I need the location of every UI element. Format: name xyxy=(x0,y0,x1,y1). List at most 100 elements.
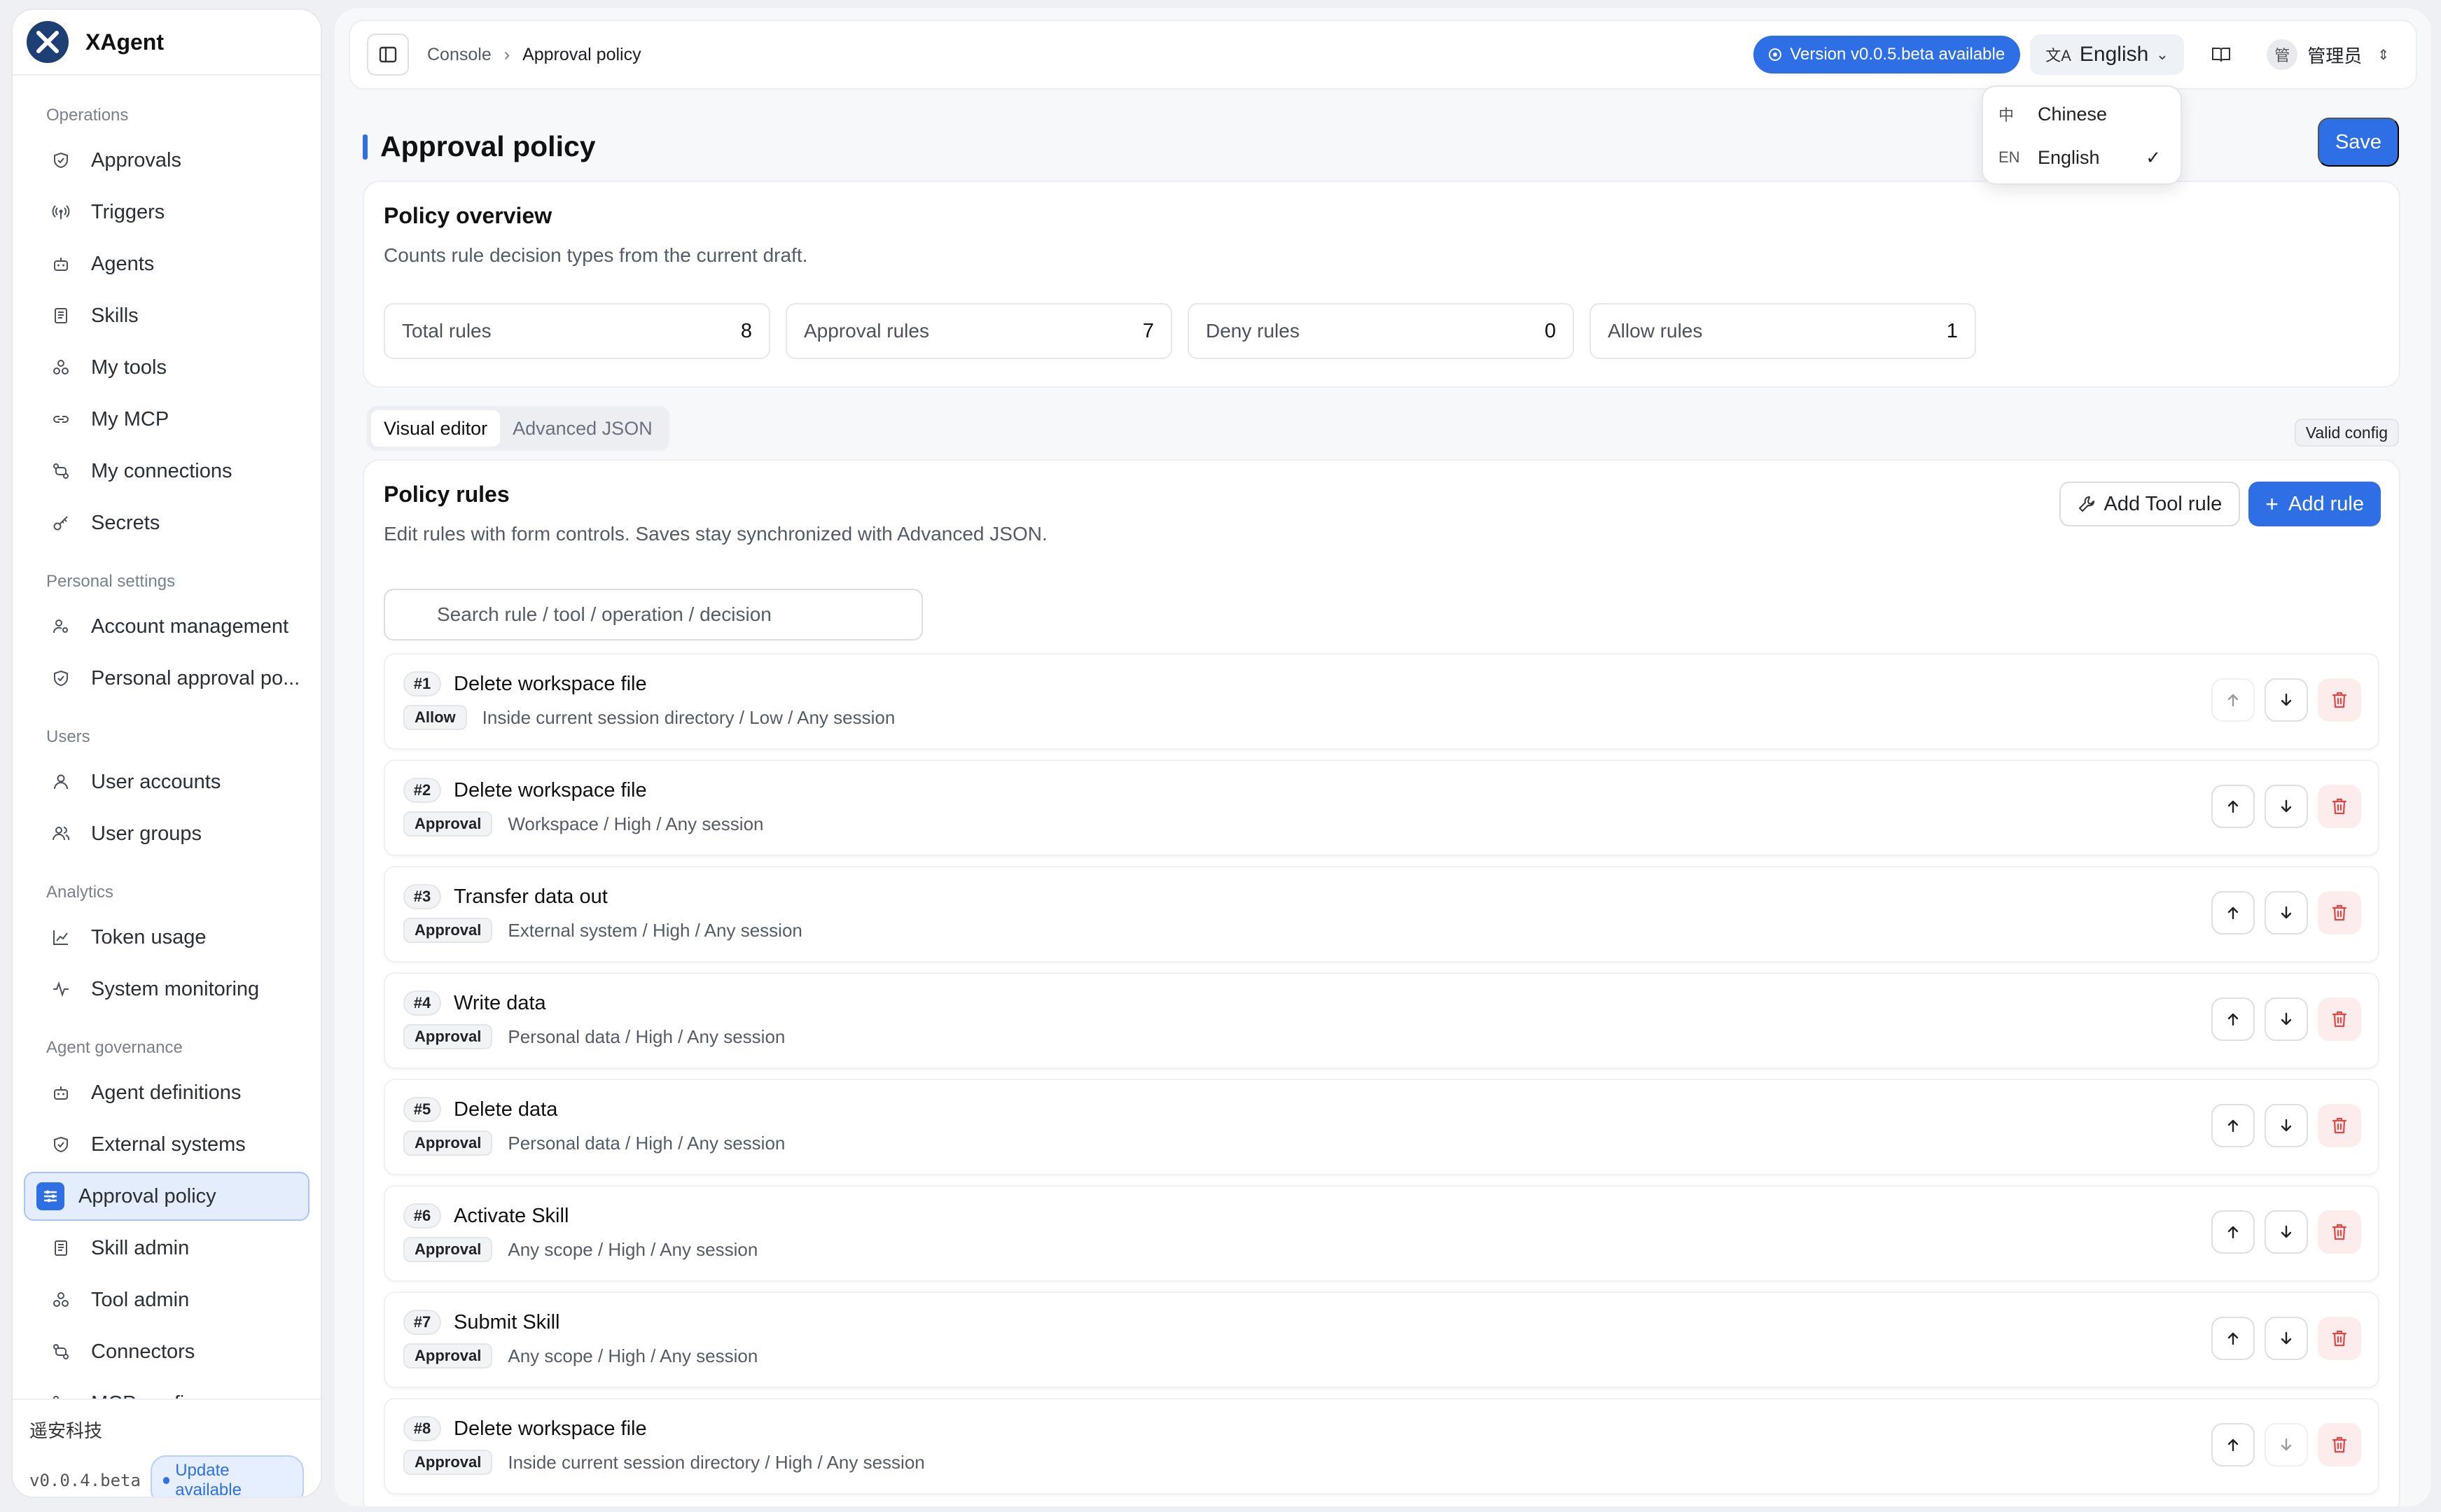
docs-button[interactable] xyxy=(2201,34,2241,75)
sidebar-item-agents[interactable]: Agents xyxy=(24,239,310,288)
sidebar-item-label: Connectors xyxy=(91,1340,195,1363)
sidebar-item-label: Triggers xyxy=(91,200,165,223)
move-down-button[interactable] xyxy=(2265,1210,2308,1254)
decision-badge: Approval xyxy=(403,1343,493,1368)
add-tool-rule-button[interactable]: Add Tool rule xyxy=(2059,482,2241,526)
delete-rule-button[interactable] xyxy=(2318,997,2361,1041)
stat-value: 7 xyxy=(1142,319,1154,342)
arrow-down-icon xyxy=(2281,1119,2292,1132)
sidebar-item-external-systems[interactable]: External systems xyxy=(24,1120,310,1169)
user-gear-icon xyxy=(49,615,73,638)
delete-rule-button[interactable] xyxy=(2318,1317,2361,1360)
delete-rule-button[interactable] xyxy=(2318,785,2361,828)
move-down-button[interactable] xyxy=(2265,891,2308,934)
main-content: Console › Approval policy Version v0.0.5… xyxy=(335,8,2431,1506)
sidebar-toggle-button[interactable] xyxy=(367,34,409,76)
tab-advanced-json[interactable]: Advanced JSON xyxy=(500,410,665,447)
delete-rule-button[interactable] xyxy=(2318,1210,2361,1254)
key-icon xyxy=(49,511,73,535)
rule-row[interactable]: #5 Delete data Approval Personal data / … xyxy=(384,1079,2379,1175)
move-up-button[interactable] xyxy=(2211,785,2255,828)
sidebar-item-label: System monitoring xyxy=(91,977,260,1000)
tools-icon xyxy=(49,356,73,379)
brand[interactable]: XAgent xyxy=(13,10,321,76)
sidebar-item-my-connections[interactable]: My connections xyxy=(24,447,310,496)
sidebar-item-label: Tool admin xyxy=(91,1288,190,1311)
decision-badge: Approval xyxy=(403,918,493,943)
decision-badge: Approval xyxy=(403,811,493,836)
move-up-button[interactable] xyxy=(2211,1210,2255,1254)
move-up-button[interactable] xyxy=(2211,1423,2255,1466)
users-icon xyxy=(49,822,73,846)
sidebar-nav: Operations Approvals Triggers Agents Ski… xyxy=(13,77,321,1400)
sidebar-item-approval-policy[interactable]: Approval policy xyxy=(24,1172,310,1221)
sidebar-item-my-mcp[interactable]: My MCP xyxy=(24,395,310,444)
move-down-button[interactable] xyxy=(2265,1104,2308,1147)
delete-rule-button[interactable] xyxy=(2318,891,2361,934)
sidebar-item-triggers[interactable]: Triggers xyxy=(24,188,310,237)
move-down-button[interactable] xyxy=(2265,678,2308,722)
rule-search-input[interactable]: Search rule / tool / operation / decisio… xyxy=(384,589,923,640)
rule-name: Delete workspace file xyxy=(454,778,647,802)
move-up-button[interactable] xyxy=(2211,997,2255,1041)
add-rule-button[interactable]: + Add rule xyxy=(2248,482,2381,526)
breadcrumb: Console › Approval policy xyxy=(427,45,641,65)
sidebar-item-my-tools[interactable]: My tools xyxy=(24,343,310,392)
language-select[interactable]: 文A English ⌄ xyxy=(2030,34,2185,75)
rule-row[interactable]: #6 Activate Skill Approval Any scope / H… xyxy=(384,1185,2379,1282)
sidebar-item-mcp-config[interactable]: MCP config xyxy=(24,1379,310,1400)
move-up-button[interactable] xyxy=(2211,1104,2255,1147)
rule-number: #7 xyxy=(403,1310,441,1335)
sidebar-item-personal-approval-po[interactable]: Personal approval po... xyxy=(24,654,310,703)
delete-rule-button[interactable] xyxy=(2318,1104,2361,1147)
sidebar-item-secrets[interactable]: Secrets xyxy=(24,498,310,547)
move-down-button[interactable] xyxy=(2265,1423,2308,1466)
move-down-button[interactable] xyxy=(2265,1317,2308,1360)
rule-description: External system / High / Any session xyxy=(508,919,802,941)
language-option-chinese[interactable]: 中 Chinese xyxy=(1989,92,2175,136)
user-menu[interactable]: 管 管理员 ⇕ xyxy=(2258,39,2398,70)
sidebar-item-user-accounts[interactable]: User accounts xyxy=(24,757,310,806)
version-available-button[interactable]: Version v0.0.5.beta available xyxy=(1753,36,2021,74)
rule-row[interactable]: #2 Delete workspace file Approval Worksp… xyxy=(384,760,2379,856)
move-up-button[interactable] xyxy=(2211,678,2255,722)
sidebar-item-skill-admin[interactable]: Skill admin xyxy=(24,1224,310,1273)
nav-section-title: Analytics xyxy=(46,883,114,902)
move-down-button[interactable] xyxy=(2265,997,2308,1041)
rule-description: Personal data / High / Any session xyxy=(508,1026,786,1047)
language-option-english[interactable]: EN English ✓ xyxy=(1989,136,2175,179)
sidebar-item-agent-definitions[interactable]: Agent definitions xyxy=(24,1068,310,1117)
sidebar-item-user-groups[interactable]: User groups xyxy=(24,809,310,858)
rule-row[interactable]: #3 Transfer data out Approval External s… xyxy=(384,866,2379,962)
move-down-button[interactable] xyxy=(2265,785,2308,828)
rule-row[interactable]: #4 Write data Approval Personal data / H… xyxy=(384,972,2379,1069)
delete-rule-button[interactable] xyxy=(2318,1423,2361,1466)
sidebar-item-approvals[interactable]: Approvals xyxy=(24,136,310,185)
sidebar-item-account-management[interactable]: Account management xyxy=(24,602,310,651)
rule-row[interactable]: #8 Delete workspace file Approval Inside… xyxy=(384,1398,2379,1494)
move-up-button[interactable] xyxy=(2211,1317,2255,1360)
link-icon xyxy=(49,407,73,431)
tab-visual-editor[interactable]: Visual editor xyxy=(371,410,501,447)
arrow-down-icon xyxy=(2281,799,2292,813)
sidebar-item-system-monitoring[interactable]: System monitoring xyxy=(24,965,310,1014)
save-button[interactable]: Save xyxy=(2318,118,2399,167)
delete-rule-button[interactable] xyxy=(2318,678,2361,722)
breadcrumb-console[interactable]: Console xyxy=(427,45,492,65)
update-available-badge[interactable]: Update available xyxy=(150,1455,304,1497)
rule-number: #2 xyxy=(403,778,441,803)
rule-name: Delete data xyxy=(454,1098,558,1121)
overview-subtitle: Counts rule decision types from the curr… xyxy=(384,244,808,266)
sidebar-item-connectors[interactable]: Connectors xyxy=(24,1327,310,1376)
sidebar-item-skills[interactable]: Skills xyxy=(24,291,310,340)
language-code: EN xyxy=(1998,148,2020,166)
translate-icon: 文A xyxy=(2045,47,2071,64)
sidebar-item-token-usage[interactable]: Token usage xyxy=(24,913,310,962)
sidebar-item-label: Token usage xyxy=(91,925,207,948)
sidebar-item-tool-admin[interactable]: Tool admin xyxy=(24,1275,310,1324)
decision-badge: Approval xyxy=(403,1237,493,1262)
rule-row[interactable]: #7 Submit Skill Approval Any scope / Hig… xyxy=(384,1292,2379,1388)
move-up-button[interactable] xyxy=(2211,891,2255,934)
shield-check-icon xyxy=(49,666,73,690)
rule-row[interactable]: #1 Delete workspace file Allow Inside cu… xyxy=(384,653,2379,750)
